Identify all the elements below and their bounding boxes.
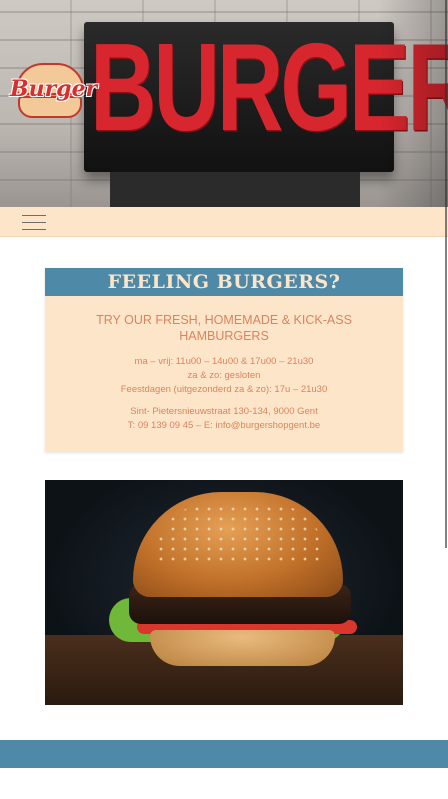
burgers-sign-text: BURGERS [90,19,448,157]
card-title: FEELING BURGERS? [45,268,403,296]
sesame-seeds [155,504,325,564]
info-card: FEELING BURGERS? TRY OUR FRESH, HOMEMADE… [45,268,403,452]
opening-hours: ma – vrij: 11u00 – 14u00 & 17u00 – 21u30… [45,355,403,397]
hours-line: za & zo: gesloten [187,370,261,381]
tagline: TRY OUR FRESH, HOMEMADE & KICK-ASS HAMBU… [96,313,352,343]
logo-wordmark: Burger [10,76,98,102]
hero-shadow [378,0,448,207]
contact-line[interactable]: T: 09 139 09 45 – E: info@burgershopgent… [45,419,403,433]
nav-bar [0,207,448,237]
hours-line: ma – vrij: 11u00 – 14u00 & 17u00 – 21u30 [134,356,314,367]
scrollbar[interactable] [445,0,447,548]
hero-banner: BURGERS Burger [0,0,448,207]
footer-bar [0,740,448,768]
bun-bottom [150,630,335,666]
contact-info: Sint- Pietersnieuwstraat 130-134, 9000 G… [45,405,403,433]
sign-base [110,172,360,207]
hamburger-menu-icon[interactable] [22,213,46,231]
page: BURGERS Burger FEELING BURGERS? TRY OUR … [0,0,448,799]
burger-logo[interactable]: Burger [10,63,98,118]
burger-photo [45,480,403,705]
address-line: Sint- Pietersnieuwstraat 130-134, 9000 G… [130,406,318,417]
hours-line: Feestdagen (uitgezonderd za & zo): 17u –… [120,384,328,395]
